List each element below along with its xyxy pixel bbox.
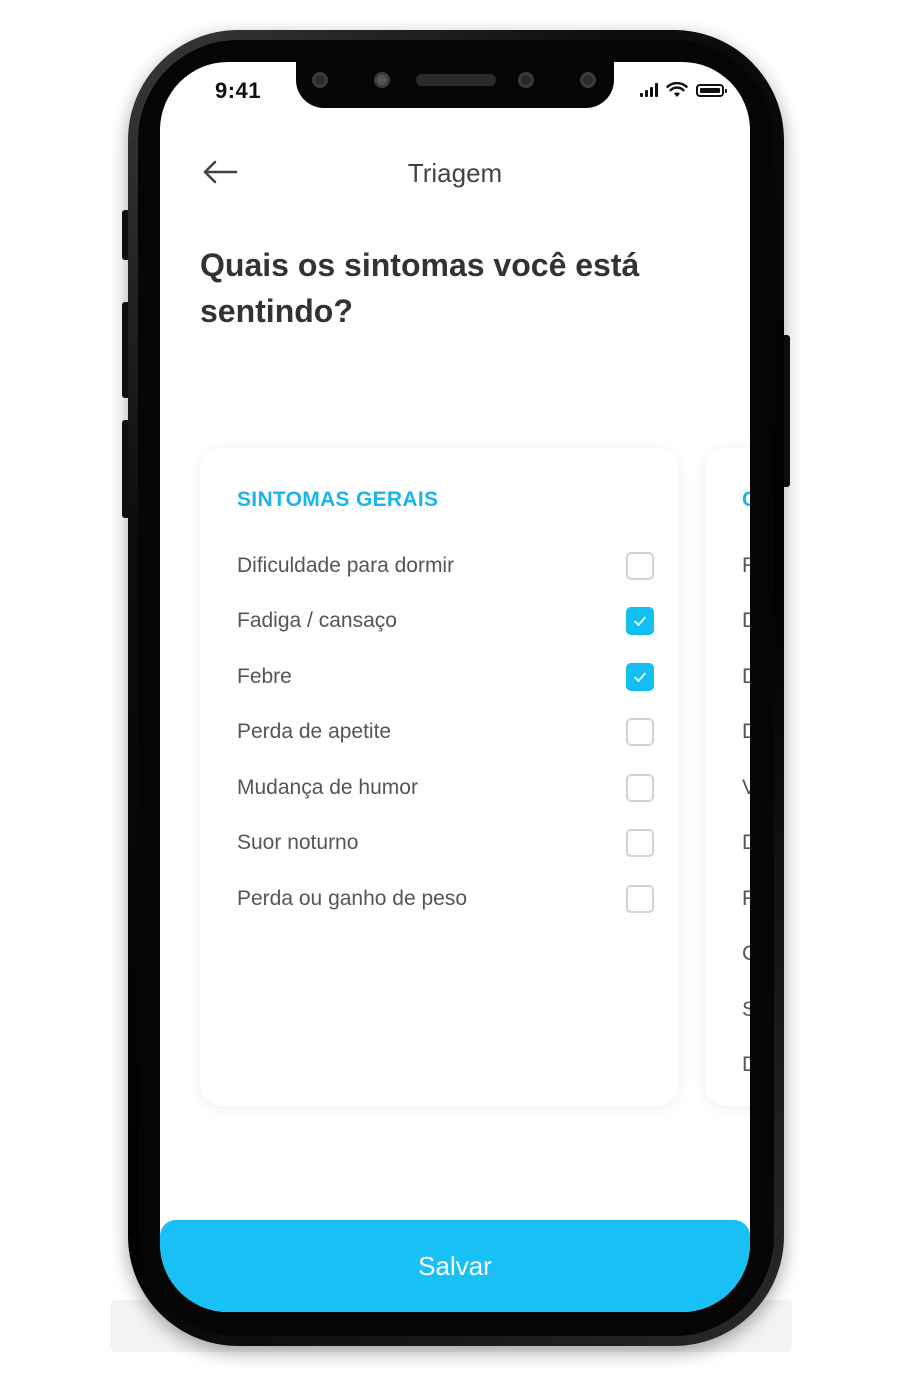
symptom-checkbox[interactable] bbox=[626, 829, 654, 858]
cellular-signal-icon bbox=[640, 83, 658, 97]
symptom-option-label: F bbox=[742, 886, 750, 910]
symptom-option-label: Febre bbox=[237, 664, 292, 688]
symptom-option-label: D bbox=[742, 720, 750, 744]
symptom-checkbox[interactable] bbox=[626, 773, 654, 802]
front-camera-icon bbox=[580, 72, 596, 88]
page-title: Triagem bbox=[407, 158, 503, 188]
symptom-option[interactable]: Mudança de humor bbox=[237, 760, 654, 816]
status-time: 9:41 bbox=[215, 78, 262, 103]
camera-icon bbox=[374, 72, 390, 88]
symptom-option-label: Perda de apetite bbox=[237, 720, 392, 744]
symptom-option-label: Dificuldade para dormir bbox=[237, 553, 455, 577]
symptom-list: Dificuldade para dormir Fadiga / cansaço F… bbox=[237, 538, 654, 927]
symptom-card-general: SINTOMAS GERAIS Dificuldade para dormir F… bbox=[200, 448, 678, 1106]
symptom-option-label: D bbox=[742, 1053, 750, 1077]
sensor-icon bbox=[518, 72, 534, 88]
question-heading: Quais os sintomas você está sentindo? bbox=[200, 247, 640, 329]
symptom-option[interactable]: Suor noturno bbox=[237, 816, 654, 872]
symptom-checkbox[interactable] bbox=[626, 718, 654, 747]
symptom-option-label: D bbox=[742, 831, 750, 855]
symptom-checkbox[interactable] bbox=[626, 551, 654, 580]
card-heading: C bbox=[742, 488, 750, 511]
phone-screen: 9:41 Triagem Quais os sintomas você está… bbox=[160, 62, 750, 1312]
symptom-option[interactable]: Dificuldade para dormir bbox=[237, 538, 654, 594]
symptom-option-label: D bbox=[742, 609, 750, 633]
symptom-option-label: Perda ou ganho de peso bbox=[237, 886, 468, 910]
save-button[interactable]: Salvar bbox=[160, 1220, 750, 1312]
symptom-option-label: V bbox=[742, 775, 750, 799]
wifi-icon bbox=[666, 82, 688, 97]
symptom-option-label: Mudança de humor bbox=[237, 775, 418, 799]
symptom-option[interactable]: Perda ou ganho de peso bbox=[237, 871, 654, 927]
sensor-icon bbox=[312, 72, 328, 88]
status-icons bbox=[640, 82, 727, 98]
symptom-list: F D D D V D F C S D bbox=[742, 538, 750, 1093]
symptom-option[interactable]: Febre bbox=[237, 649, 654, 705]
symptom-option-label: S bbox=[742, 997, 750, 1021]
symptom-option[interactable]: Fadiga / cansaço bbox=[237, 594, 654, 650]
symptom-checkbox[interactable] bbox=[626, 662, 654, 691]
symptom-card-next[interactable]: C F D D D V D F C S D bbox=[705, 448, 750, 1106]
symptom-option-label: F bbox=[742, 553, 750, 577]
checkmark-icon bbox=[634, 616, 646, 627]
symptom-checkbox[interactable] bbox=[626, 607, 654, 636]
battery-icon bbox=[696, 83, 727, 97]
symptom-option-label: Fadiga / cansaço bbox=[237, 609, 397, 633]
symptom-checkbox[interactable] bbox=[626, 884, 654, 913]
symptom-option-label: D bbox=[742, 664, 750, 688]
checkmark-icon bbox=[634, 672, 646, 682]
card-heading: SINTOMAS GERAIS bbox=[237, 488, 439, 511]
earpiece-speaker bbox=[416, 74, 496, 86]
symptom-option-label: Suor noturno bbox=[237, 831, 359, 855]
symptom-option[interactable]: Perda de apetite bbox=[237, 705, 654, 761]
notch bbox=[296, 62, 614, 108]
symptom-option-label: C bbox=[742, 942, 750, 966]
